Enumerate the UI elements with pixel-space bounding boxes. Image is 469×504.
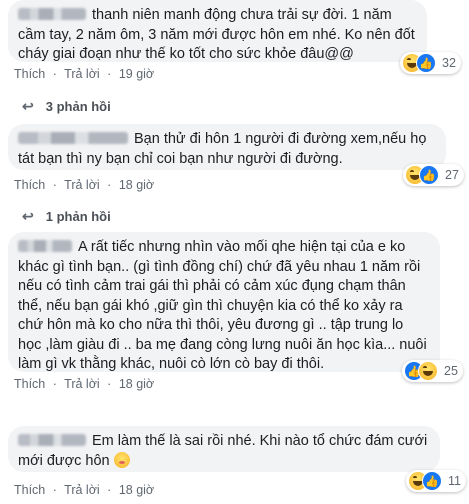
timestamp[interactable]: 18 giờ bbox=[119, 178, 154, 192]
reply-link[interactable]: Trả lời bbox=[64, 483, 100, 497]
reply-link[interactable]: Trả lời bbox=[64, 67, 100, 81]
reply-arrow-icon: ↩ bbox=[22, 98, 34, 114]
reaction-summary[interactable]: 👍 25 bbox=[402, 360, 463, 382]
comment-bubble: Em làm thế là sai rồi nhé. Khi nào tổ ch… bbox=[8, 426, 440, 472]
replies-count-label: 1 phản hồi bbox=[45, 209, 111, 224]
comment-actions: Thích · Trả lời · 18 giờ bbox=[14, 377, 158, 391]
like-reaction-icon: 👍 bbox=[422, 471, 442, 491]
reaction-summary[interactable]: 👍 32 bbox=[400, 52, 461, 74]
comment-actions: Thích · Trả lời · 18 giờ bbox=[14, 483, 158, 497]
separator: · bbox=[107, 377, 112, 391]
like-link[interactable]: Thích bbox=[14, 377, 45, 391]
reaction-summary[interactable]: 👍 11 bbox=[406, 470, 466, 492]
view-replies-link[interactable]: ↩ 3 phản hồi bbox=[22, 98, 111, 115]
blurred-author-name[interactable] bbox=[18, 8, 86, 20]
reply-link[interactable]: Trả lời bbox=[64, 178, 100, 192]
separator: · bbox=[52, 67, 57, 81]
comment-bubble: Bạn thử đi hôn 1 người đi đường xem,nếu … bbox=[8, 124, 446, 170]
reaction-summary[interactable]: 👍 27 bbox=[403, 164, 464, 186]
like-reaction-icon: 👍 bbox=[419, 165, 439, 185]
flushed-face-emoji bbox=[113, 451, 130, 468]
timestamp[interactable]: 18 giờ bbox=[119, 377, 154, 391]
comment: A rất tiếc nhưng nhìn vào mối qhe hiện t… bbox=[8, 232, 463, 391]
reaction-count: 32 bbox=[442, 56, 456, 70]
reaction-count: 25 bbox=[444, 364, 458, 378]
like-link[interactable]: Thích bbox=[14, 67, 45, 81]
comment: Bạn thử đi hôn 1 người đi đường xem,nếu … bbox=[8, 124, 464, 224]
separator: · bbox=[107, 483, 112, 497]
reaction-count: 27 bbox=[445, 168, 459, 182]
comment-actions: Thích · Trả lời · 18 giờ bbox=[14, 178, 158, 192]
reply-arrow-icon: ↩ bbox=[22, 208, 34, 224]
comment: thanh niên manh động chưa trải sự đời. 1… bbox=[8, 0, 463, 114]
view-replies-link[interactable]: ↩ 1 phản hồi bbox=[22, 208, 111, 225]
reaction-count: 11 bbox=[448, 474, 461, 488]
separator: · bbox=[52, 483, 57, 497]
timestamp[interactable]: 18 giờ bbox=[119, 483, 154, 497]
separator: · bbox=[52, 178, 57, 192]
replies-count-label: 3 phản hồi bbox=[45, 99, 111, 114]
haha-reaction-icon bbox=[418, 361, 438, 381]
comment-bubble: A rất tiếc nhưng nhìn vào mối qhe hiện t… bbox=[8, 232, 440, 372]
blurred-author-name[interactable] bbox=[18, 240, 72, 252]
blurred-author-name[interactable] bbox=[18, 132, 128, 144]
separator: · bbox=[107, 67, 112, 81]
comment-bubble: thanh niên manh động chưa trải sự đời. 1… bbox=[8, 0, 427, 62]
separator: · bbox=[107, 178, 112, 192]
like-reaction-icon: 👍 bbox=[416, 53, 436, 73]
timestamp[interactable]: 19 giờ bbox=[119, 67, 154, 81]
like-link[interactable]: Thích bbox=[14, 483, 45, 497]
reply-link[interactable]: Trả lời bbox=[64, 377, 100, 391]
like-link[interactable]: Thích bbox=[14, 178, 45, 192]
blurred-author-name[interactable] bbox=[18, 434, 86, 446]
comment: Em làm thế là sai rồi nhé. Khi nào tổ ch… bbox=[8, 426, 466, 497]
comment-actions: Thích · Trả lời · 19 giờ bbox=[14, 67, 158, 81]
comment-text: A rất tiếc nhưng nhìn vào mối qhe hiện t… bbox=[18, 239, 427, 372]
separator: · bbox=[52, 377, 57, 391]
